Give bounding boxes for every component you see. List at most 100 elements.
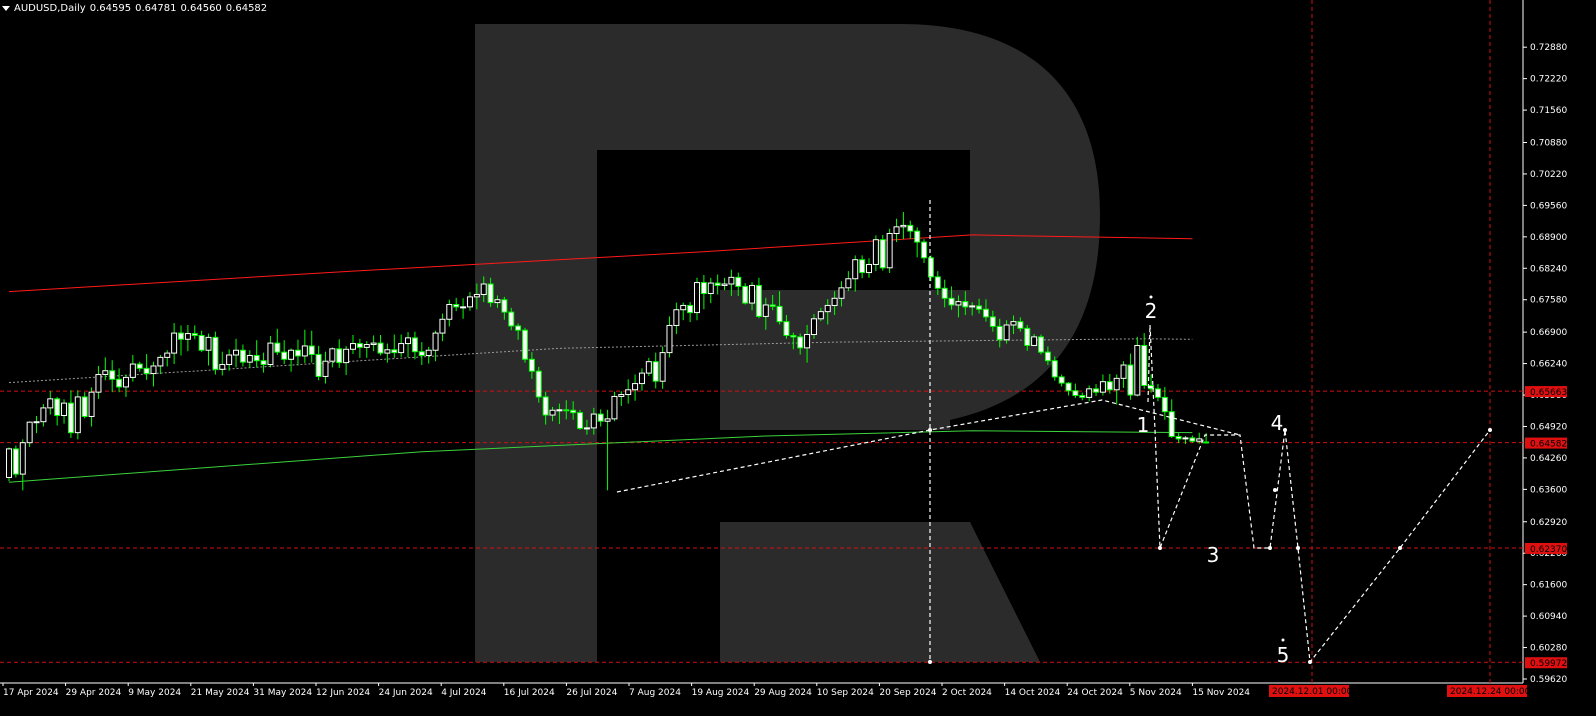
bull-candle-body bbox=[625, 389, 632, 396]
bull-candle-body bbox=[322, 360, 329, 377]
bear-candle-body bbox=[700, 282, 707, 295]
candle bbox=[88, 387, 95, 427]
dropdown-triangle-icon[interactable] bbox=[2, 5, 10, 11]
future-date-label: 2024.12.24 00:00 bbox=[1450, 687, 1531, 697]
y-tick-label: 0.59620 bbox=[1530, 675, 1567, 685]
y-tick-label: 0.63600 bbox=[1530, 485, 1567, 495]
x-tick-label: 14 Oct 2024 bbox=[1005, 688, 1061, 698]
bear-candle-body bbox=[776, 305, 783, 323]
bull-candle-body bbox=[384, 349, 391, 354]
candle bbox=[522, 327, 528, 363]
bull-candle-body bbox=[473, 293, 480, 298]
open-value: 0.64595 bbox=[89, 3, 132, 14]
bear-candle-body bbox=[735, 276, 742, 287]
candle bbox=[233, 338, 240, 368]
bull-candle-body bbox=[604, 418, 611, 422]
candle bbox=[54, 396, 61, 426]
bull-candle-body bbox=[350, 343, 356, 350]
bull-candle-body bbox=[343, 348, 350, 364]
x-tick-label: 26 Jul 2024 bbox=[566, 688, 617, 698]
bull-candle-body bbox=[659, 352, 666, 382]
candle bbox=[294, 339, 301, 366]
bear-candle-body bbox=[508, 311, 515, 327]
candle bbox=[398, 334, 405, 357]
bear-candle-body bbox=[1058, 376, 1065, 384]
bull-candle-body bbox=[1003, 324, 1010, 341]
candle bbox=[852, 255, 859, 292]
bear-candle-body bbox=[116, 378, 123, 388]
candle bbox=[129, 355, 136, 382]
y-tick-label: 0.69560 bbox=[1530, 201, 1567, 211]
x-tick-label: 17 Apr 2024 bbox=[3, 688, 59, 698]
symbol-label: AUDUSD,Daily bbox=[14, 3, 86, 14]
bear-candle-body bbox=[136, 363, 143, 369]
x-tick-label: 2 Oct 2024 bbox=[942, 688, 992, 698]
candle bbox=[384, 343, 391, 363]
bull-candle-body bbox=[721, 283, 728, 286]
bull-candle-body bbox=[184, 333, 191, 340]
bull-candle-body bbox=[460, 306, 467, 309]
bull-candle-body bbox=[618, 394, 625, 397]
bull-candle-body bbox=[102, 370, 109, 376]
candle bbox=[700, 274, 707, 310]
x-tick-label: 29 Aug 2024 bbox=[754, 688, 812, 698]
bull-candle-body bbox=[26, 421, 33, 444]
bear-candle-body bbox=[755, 284, 762, 317]
candle bbox=[329, 347, 336, 368]
bull-candle-body bbox=[74, 396, 81, 434]
candle bbox=[645, 357, 652, 376]
bull-candle-body bbox=[301, 345, 308, 357]
projection-node bbox=[1308, 660, 1312, 664]
candle bbox=[597, 409, 604, 427]
bear-candle-body bbox=[191, 333, 198, 336]
bull-candle-body bbox=[171, 332, 178, 354]
bear-candle-body bbox=[921, 241, 928, 259]
candle bbox=[721, 277, 728, 291]
bull-candle-body bbox=[549, 409, 556, 416]
y-tick-label: 0.72880 bbox=[1530, 43, 1567, 53]
candle bbox=[1093, 384, 1100, 396]
bull-candle-body bbox=[632, 383, 639, 391]
candle bbox=[61, 399, 68, 424]
candle bbox=[136, 361, 143, 372]
candle bbox=[308, 330, 315, 363]
candle bbox=[872, 235, 879, 272]
bull-candle-body bbox=[150, 365, 157, 375]
bull-candle-body bbox=[61, 402, 68, 417]
x-tick-label: 24 Jun 2024 bbox=[379, 688, 433, 698]
wave-label: 1 bbox=[1137, 413, 1150, 437]
bull-candle-body bbox=[824, 304, 831, 313]
candle bbox=[405, 332, 412, 358]
bull-candle-body bbox=[680, 304, 687, 311]
candle bbox=[150, 361, 157, 387]
bear-candle-body bbox=[934, 276, 941, 289]
candle bbox=[1161, 386, 1168, 420]
candle bbox=[95, 365, 102, 399]
y-tick-label: 0.64920 bbox=[1530, 422, 1567, 432]
candle bbox=[659, 346, 666, 389]
candle bbox=[253, 340, 260, 368]
price-level-label: 0.64582 bbox=[1530, 440, 1567, 450]
bull-candle-body bbox=[40, 407, 47, 423]
bear-candle-body bbox=[714, 282, 721, 286]
chart-area[interactable]: 1 2 3 4 5 0.72880 0.72220 0.71560 0.70880 0.7022… bbox=[0, 0, 1596, 716]
bear-candle-body bbox=[907, 224, 914, 232]
candle bbox=[246, 350, 253, 368]
bear-candle-body bbox=[253, 354, 260, 362]
x-tick-label: 24 Oct 2024 bbox=[1067, 688, 1123, 698]
candle bbox=[694, 277, 700, 321]
bull-candle-body bbox=[494, 299, 501, 304]
candle bbox=[439, 313, 446, 342]
bull-candle-body bbox=[164, 352, 171, 358]
bear-candle-body bbox=[563, 409, 570, 412]
candle bbox=[859, 255, 866, 279]
bull-candle-body bbox=[122, 376, 129, 388]
bull-candle-body bbox=[810, 318, 817, 336]
candle bbox=[239, 344, 246, 367]
bull-candle-body bbox=[95, 374, 102, 393]
bull-candle-body bbox=[707, 282, 714, 295]
price-chart[interactable]: 1 2 3 4 5 0.72880 0.72220 0.71560 0.70880 0.7022… bbox=[0, 0, 1596, 716]
bear-candle-body bbox=[1161, 396, 1168, 413]
candle bbox=[67, 390, 74, 438]
bull-candle-body bbox=[398, 343, 405, 354]
